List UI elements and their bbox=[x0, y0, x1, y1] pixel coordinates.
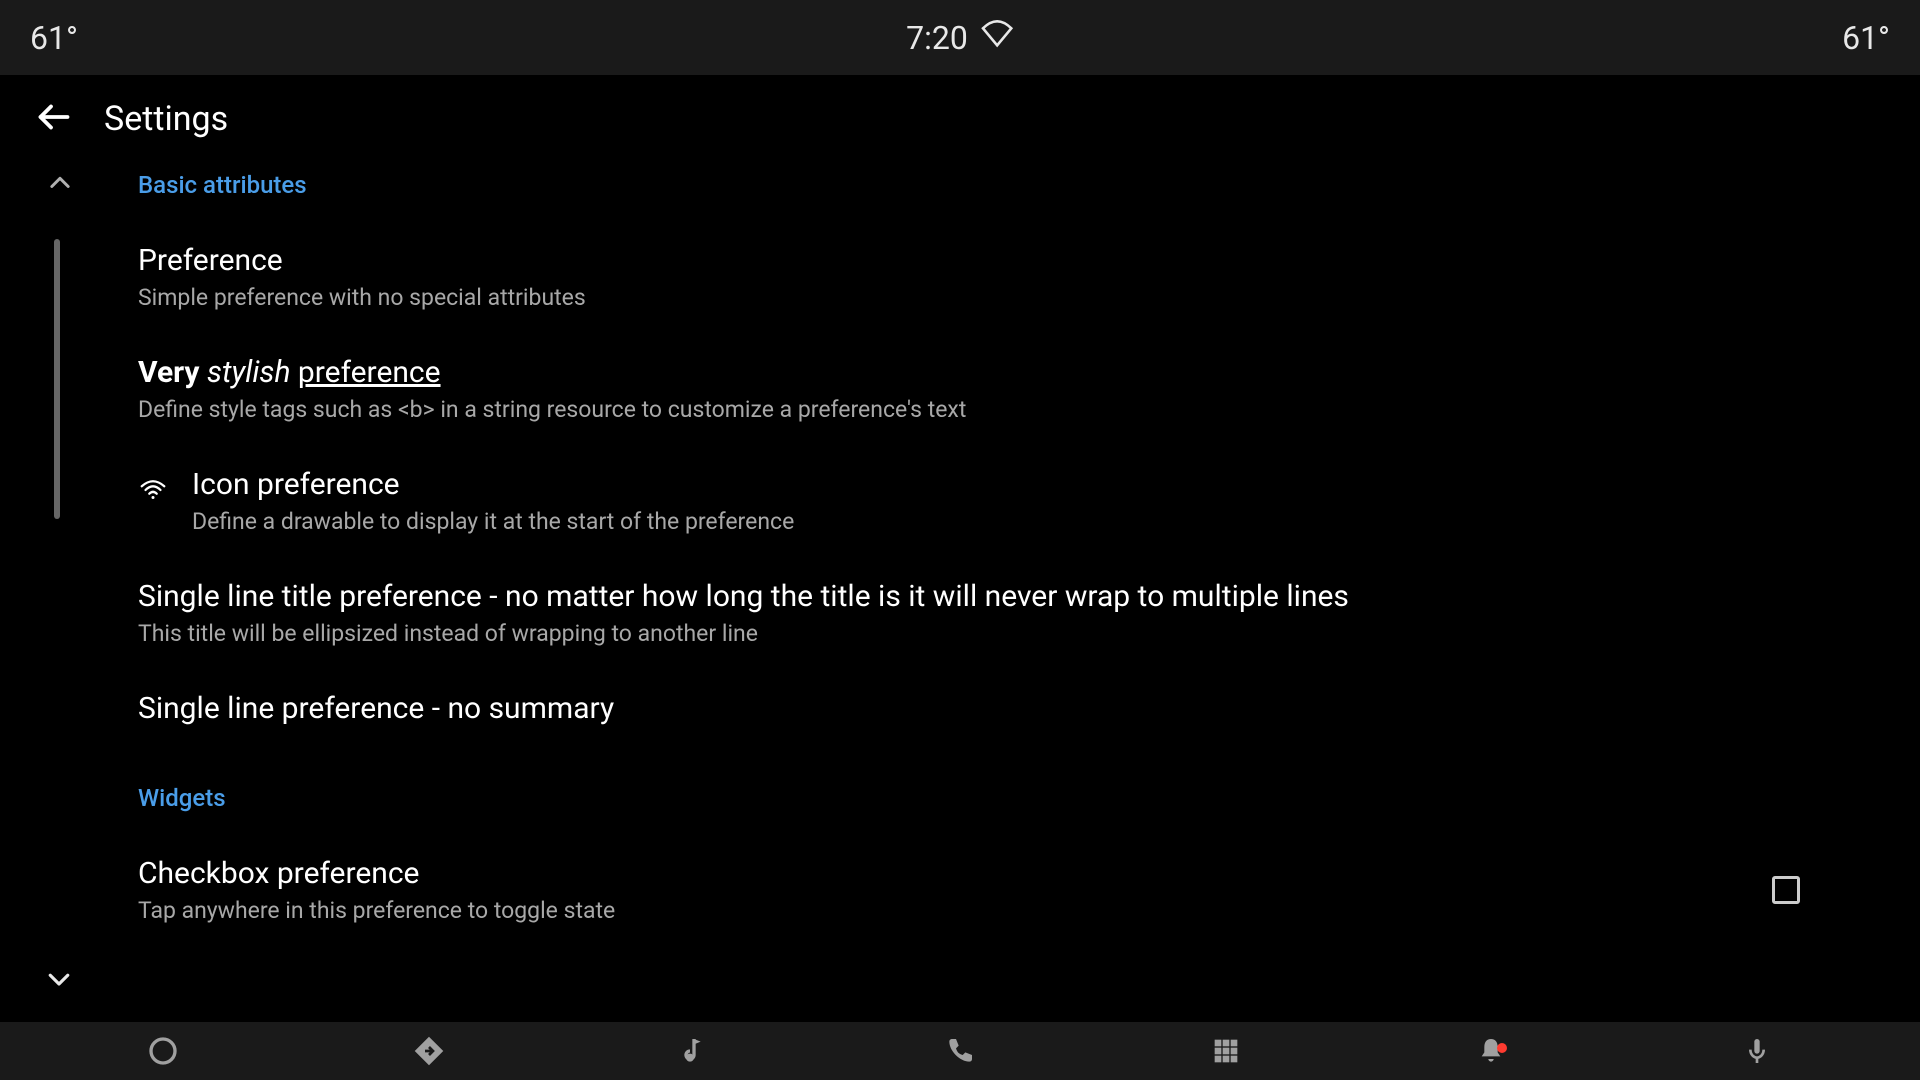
preference-title: Icon preference bbox=[192, 467, 794, 502]
wifi-outline-icon bbox=[980, 17, 1014, 59]
nav-notifications-button[interactable] bbox=[1359, 1035, 1625, 1067]
toolbar: Settings bbox=[0, 75, 1920, 159]
preference-checkbox[interactable]: Checkbox preference Tap anywhere in this… bbox=[138, 838, 1860, 950]
status-center: 7:20 bbox=[906, 17, 1014, 59]
back-button[interactable] bbox=[36, 99, 72, 139]
chevron-up-icon[interactable] bbox=[46, 169, 74, 201]
scrollbar-thumb[interactable] bbox=[54, 239, 60, 519]
preference-text: Icon preference Define a drawable to dis… bbox=[192, 467, 794, 535]
preference-single-line-no-summary[interactable]: Single line preference - no summary bbox=[138, 673, 1860, 772]
status-bar: 61° 7:20 61° bbox=[0, 0, 1920, 75]
preference-title: Very stylish preference bbox=[138, 355, 1860, 390]
preference-title: Single line title preference - no matter… bbox=[138, 579, 1860, 614]
preference-text: Checkbox preference Tap anywhere in this… bbox=[138, 856, 615, 924]
preference-summary: Tap anywhere in this preference to toggl… bbox=[138, 897, 615, 924]
chevron-down-icon[interactable] bbox=[44, 964, 74, 998]
category-basic-attributes: Basic attributes bbox=[138, 159, 1860, 225]
nav-directions-button[interactable] bbox=[296, 1035, 562, 1067]
preference-summary: Define a drawable to display it at the s… bbox=[192, 508, 794, 535]
checkbox-icon[interactable] bbox=[1772, 876, 1800, 904]
preference-summary: This title will be ellipsized instead of… bbox=[138, 620, 1860, 647]
preference-title: Preference bbox=[138, 243, 1860, 278]
stylish-underline: preference bbox=[298, 355, 441, 390]
preference-list: Basic attributes Preference Simple prefe… bbox=[96, 159, 1860, 950]
page-title: Settings bbox=[104, 99, 228, 139]
status-temperature-left: 61° bbox=[30, 19, 78, 57]
nav-music-button[interactable] bbox=[561, 1035, 827, 1067]
preference-stylish[interactable]: Very stylish preference Define style tag… bbox=[138, 337, 1860, 449]
nav-home-button[interactable] bbox=[30, 1035, 296, 1067]
nav-voice-button[interactable] bbox=[1624, 1035, 1890, 1067]
nav-phone-button[interactable] bbox=[827, 1035, 1093, 1067]
preference-simple[interactable]: Preference Simple preference with no spe… bbox=[138, 225, 1860, 337]
stylish-italic: stylish bbox=[207, 355, 291, 390]
status-temperature-right: 61° bbox=[1842, 19, 1890, 57]
wifi-icon bbox=[138, 475, 168, 509]
content-wrapper: Basic attributes Preference Simple prefe… bbox=[0, 159, 1920, 950]
nav-apps-button[interactable] bbox=[1093, 1035, 1359, 1067]
stylish-bold: Very bbox=[138, 355, 200, 390]
preference-summary: Simple preference with no special attrib… bbox=[138, 284, 1860, 311]
status-time: 7:20 bbox=[906, 19, 968, 57]
preference-icon[interactable]: Icon preference Define a drawable to dis… bbox=[138, 449, 1860, 561]
preference-single-line-title[interactable]: Single line title preference - no matter… bbox=[138, 561, 1860, 673]
navigation-items bbox=[30, 1035, 1890, 1067]
preference-title: Single line preference - no summary bbox=[138, 691, 1860, 726]
preference-summary: Define style tags such as <b> in a strin… bbox=[138, 396, 1860, 423]
preference-title: Checkbox preference bbox=[138, 856, 615, 891]
category-widgets: Widgets bbox=[138, 772, 1860, 838]
navigation-bar bbox=[0, 1022, 1920, 1080]
scroll-gutter bbox=[36, 159, 96, 950]
